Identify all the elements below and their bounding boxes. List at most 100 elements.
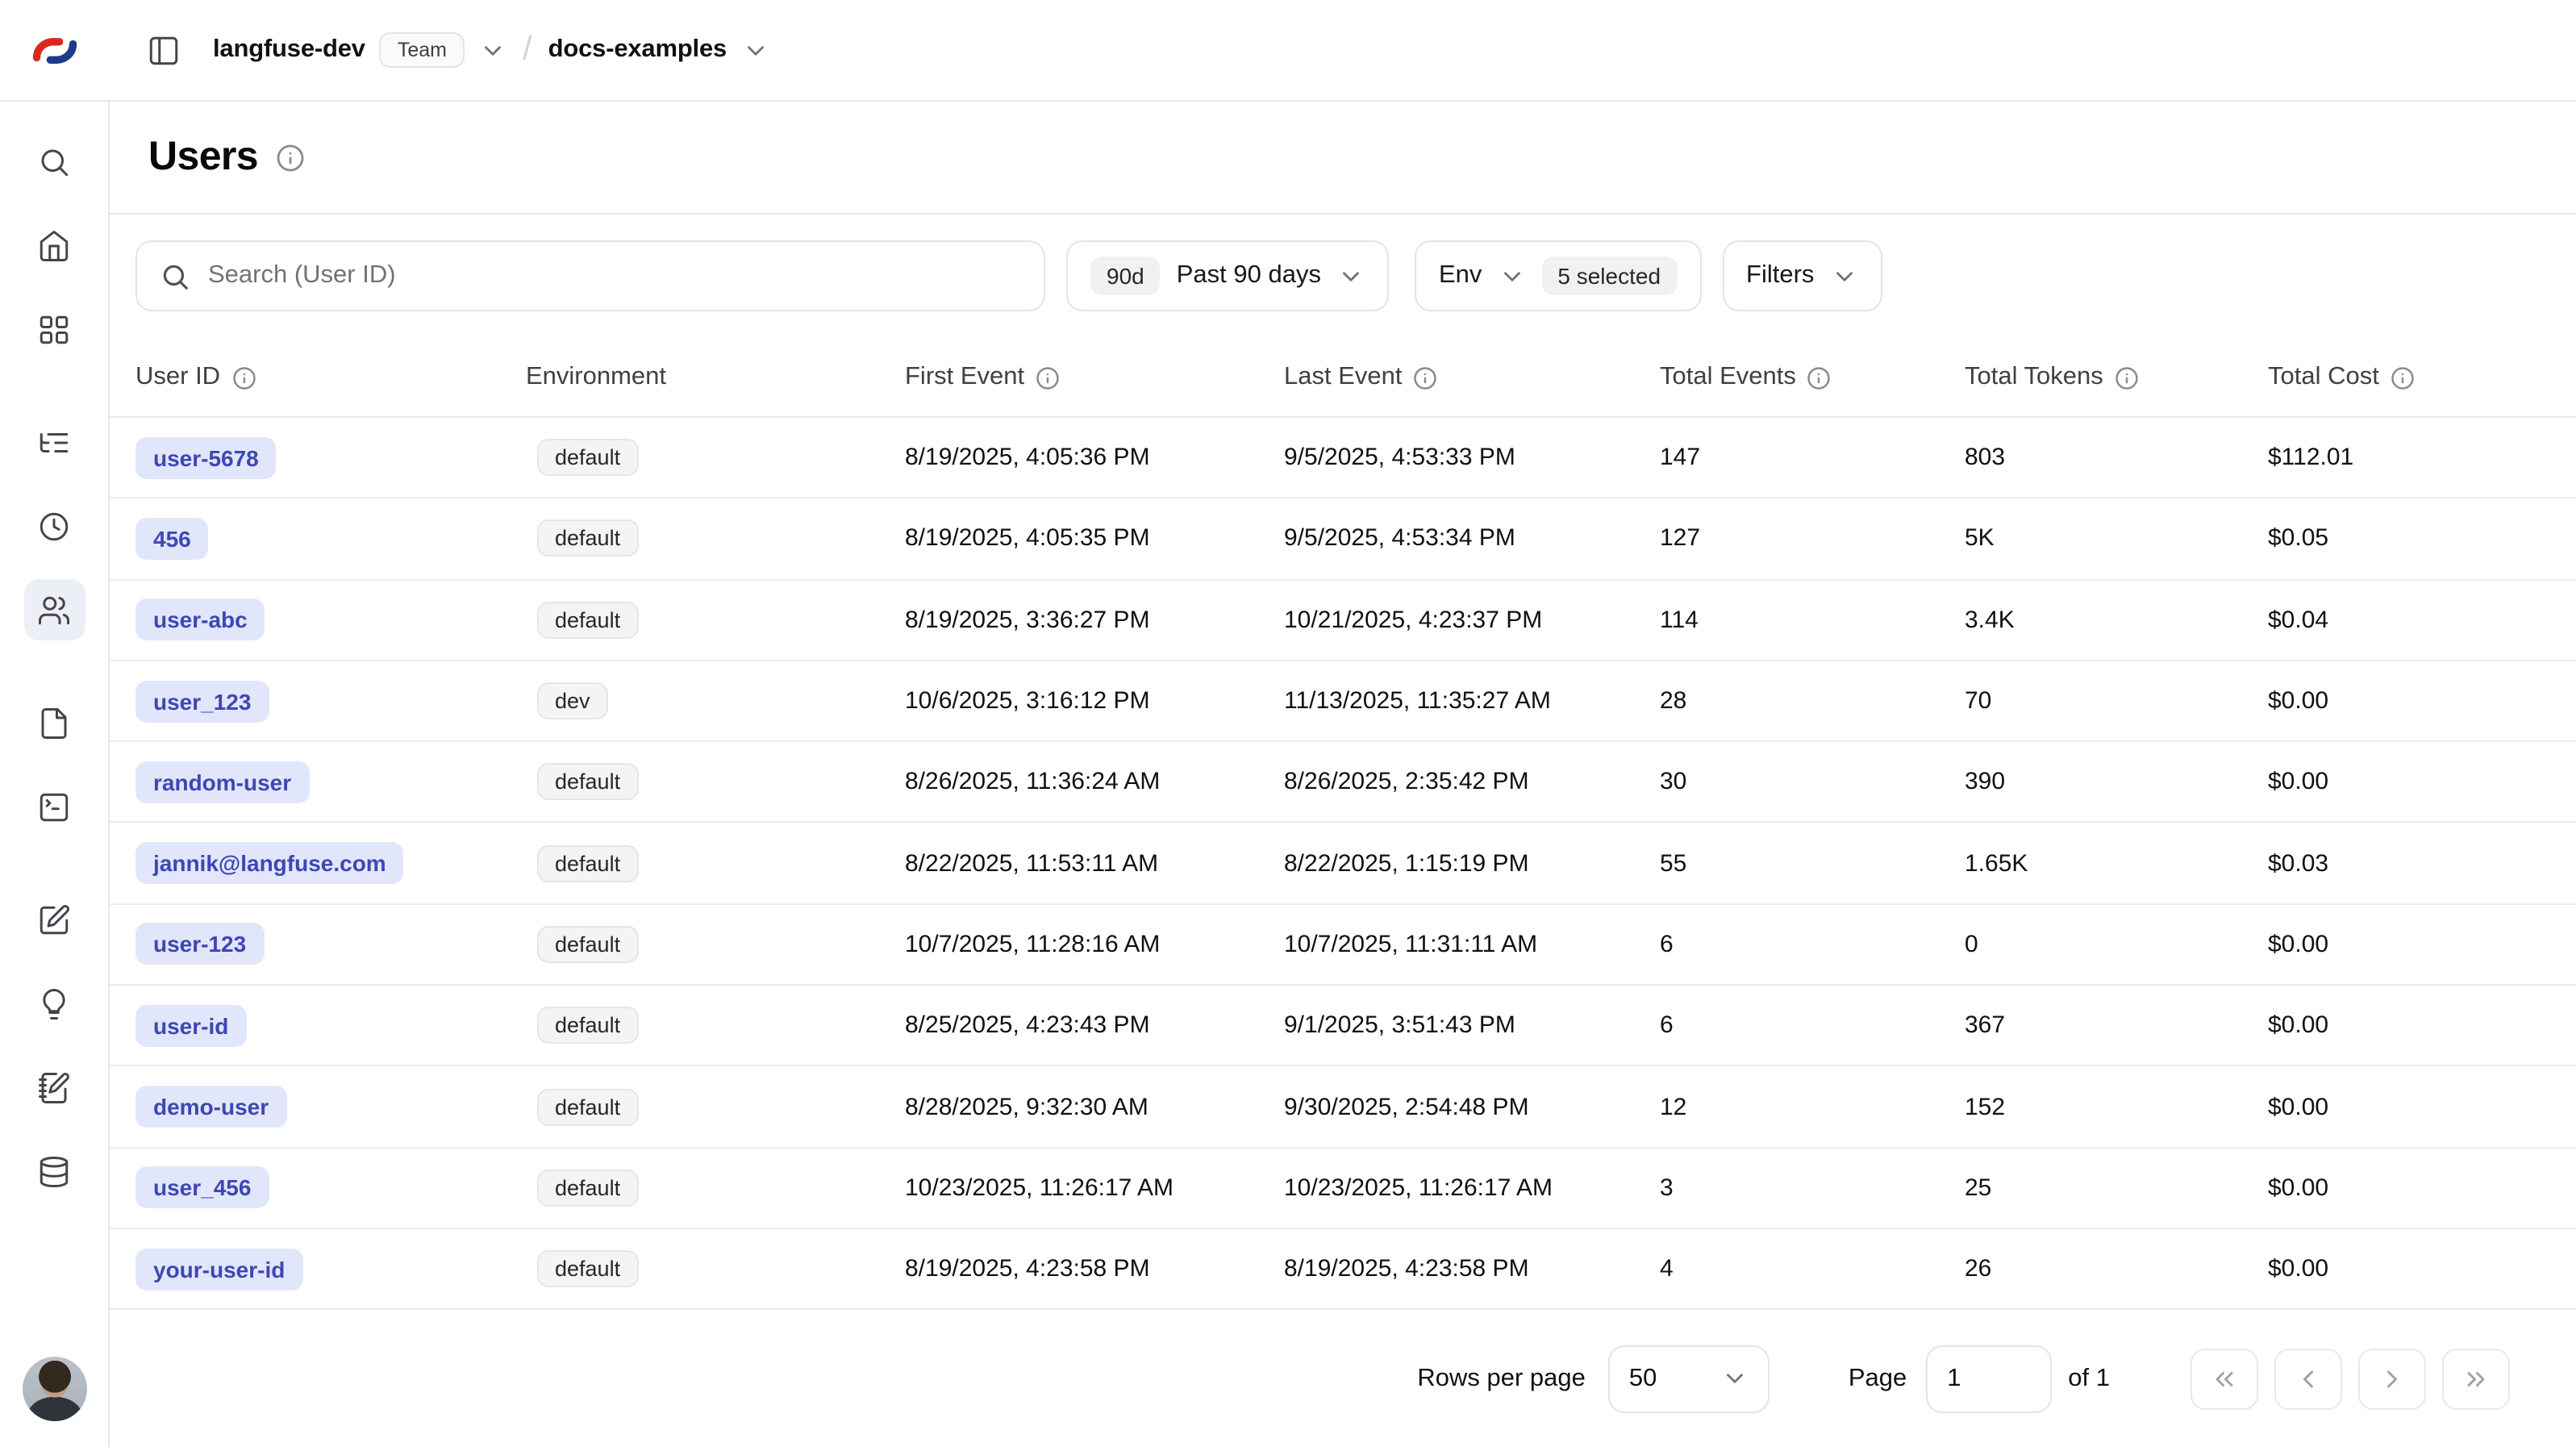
search-icon [160,261,190,291]
info-icon [1036,365,1060,390]
column-header-total_events[interactable]: Total Events [1660,362,1965,391]
info-icon[interactable] [276,143,305,172]
column-header-environment[interactable]: Environment [526,362,905,391]
user-id-badge[interactable]: your-user-id [135,1248,302,1290]
environment-cell: default [526,764,905,801]
info-icon [1807,365,1832,390]
environment-cell: default [526,520,905,557]
sessions-icon [37,509,71,543]
sidebar-item-experiments[interactable] [23,1057,85,1118]
total-tokens-cell: 803 [1965,444,2268,471]
total-tokens-cell: 390 [1965,769,2268,796]
date-range-button[interactable]: 90d Past 90 days [1066,240,1389,311]
table-row[interactable]: your-user-id default 8/19/2025, 4:23:58 PM… [110,1229,2576,1311]
sidebar-item-playground[interactable] [23,776,85,837]
column-header-label: User ID [135,362,220,391]
column-header-total_tokens[interactable]: Total Tokens [1965,362,2268,391]
users-icon [37,593,71,627]
sidebar-item-datasets[interactable] [23,1141,85,1202]
env-label: Env [1439,261,1482,290]
table-row[interactable]: user-123default10/7/2025, 11:28:16 AM10/… [110,905,2576,986]
user-id-badge[interactable]: user-5678 [135,436,277,478]
total-events-cell: 3 [1660,1174,1965,1202]
user-avatar[interactable] [22,1357,86,1421]
sidebar-item-users[interactable] [23,579,85,640]
pagination-bar: Rows per page 50 Page of 1 [110,1311,2576,1447]
database-icon [37,1154,71,1188]
total-cost-cell: $112.01 [2268,444,2550,471]
total-events-cell: 127 [1660,525,1965,553]
column-header-first_event[interactable]: First Event [905,362,1284,391]
page-number-input[interactable] [1926,1345,2052,1412]
sidebar-item-search[interactable] [23,131,85,192]
total-tokens-cell: 3.4K [1965,606,2268,633]
table-row[interactable]: user_456default10/23/2025, 11:26:17 AM10… [110,1148,2576,1229]
environment-cell: default [526,1250,905,1287]
user-id-badge[interactable]: user-123 [135,924,264,965]
table-row[interactable]: user-5678default8/19/2025, 4:05:36 PM9/5… [110,418,2576,499]
table-row[interactable]: user-iddefault8/25/2025, 4:23:43 PM9/1/2… [110,986,2576,1067]
sidebar-item-home[interactable] [23,215,85,276]
column-header-last_event[interactable]: Last Event [1284,362,1660,391]
chevrons-right-icon [2461,1364,2491,1393]
last-event-cell: 10/7/2025, 11:31:11 AM [1284,931,1660,958]
table-row[interactable]: user-abcdefault8/19/2025, 3:36:27 PM10/2… [110,580,2576,661]
user-id-badge[interactable]: user_123 [135,680,269,722]
column-header-user_id[interactable]: User ID [135,362,526,391]
sidebar-item-tracing[interactable] [23,411,85,473]
org-switcher[interactable]: langfuse-dev Team [213,32,506,68]
column-header-label: Total Tokens [1965,362,2103,391]
total-events-cell: 4 [1660,1255,1965,1282]
first-page-button[interactable] [2190,1348,2258,1409]
last-event-cell: 8/26/2025, 2:35:42 PM [1284,769,1660,796]
user-id-badge[interactable]: demo-user [135,1086,286,1128]
user-id-cell: your-user-id [135,1248,526,1290]
rows-per-page-select[interactable]: 50 [1608,1345,1769,1412]
total-cost-cell: $0.00 [2268,687,2550,715]
user-id-badge[interactable]: user-id [135,1004,246,1046]
sidebar-toggle-button[interactable] [135,23,190,77]
first-event-cell: 8/19/2025, 4:05:36 PM [905,444,1284,471]
filters-button[interactable]: Filters [1722,240,1882,311]
page-label: Page [1849,1364,1907,1393]
next-page-button[interactable] [2358,1348,2426,1409]
first-event-cell: 8/22/2025, 11:53:11 AM [905,849,1284,877]
user-id-cell: 456 [135,518,526,560]
total-tokens-cell: 152 [1965,1093,2268,1120]
user-id-badge[interactable]: jannik@langfuse.com [135,842,404,884]
last-event-cell: 9/30/2025, 2:54:48 PM [1284,1093,1660,1120]
total-events-cell: 147 [1660,444,1965,471]
last-event-cell: 8/22/2025, 1:15:19 PM [1284,849,1660,877]
last-event-cell: 8/19/2025, 4:23:58 PM [1284,1255,1660,1282]
last-event-cell: 9/5/2025, 4:53:34 PM [1284,525,1660,553]
project-switcher[interactable]: docs-examples [548,35,769,65]
sidebar-item-evaluations[interactable] [23,889,85,950]
sidebar-item-prompts[interactable] [23,692,85,753]
column-header-label: Last Event [1284,362,1403,391]
user-id-badge[interactable]: user_456 [135,1167,269,1209]
previous-page-button[interactable] [2274,1348,2342,1409]
sidebar-item-dashboards[interactable] [23,298,85,360]
column-header-total_cost[interactable]: Total Cost [2268,362,2550,391]
table-row[interactable]: 456default8/19/2025, 4:05:35 PM9/5/2025,… [110,499,2576,581]
search-icon [37,144,71,178]
top-bar: langfuse-dev Team / docs-examples [0,0,2576,102]
user-id-badge[interactable]: user-abc [135,598,265,640]
user-id-badge[interactable]: 456 [135,518,209,560]
user-id-cell: user-5678 [135,436,526,478]
search-input[interactable] [208,261,1021,290]
sidebar-item-sessions[interactable] [23,495,85,557]
environment-badge: default [537,926,638,963]
table-row[interactable]: demo-userdefault8/28/2025, 9:32:30 AM9/3… [110,1067,2576,1149]
langfuse-logo[interactable] [0,31,110,69]
chevron-right-icon [2378,1364,2407,1393]
info-icon [2391,365,2415,390]
environment-filter-button[interactable]: Env 5 selected [1415,240,1701,311]
sidebar-item-annotation[interactable] [23,973,85,1034]
user-id-badge[interactable]: random-user [135,761,309,803]
table-row[interactable]: user_123dev10/6/2025, 3:16:12 PM11/13/20… [110,661,2576,743]
evaluations-icon [37,903,71,936]
table-row[interactable]: random-userdefault8/26/2025, 11:36:24 AM… [110,742,2576,824]
last-page-button[interactable] [2442,1348,2510,1409]
table-row[interactable]: jannik@langfuse.comdefault8/22/2025, 11:… [110,824,2576,905]
